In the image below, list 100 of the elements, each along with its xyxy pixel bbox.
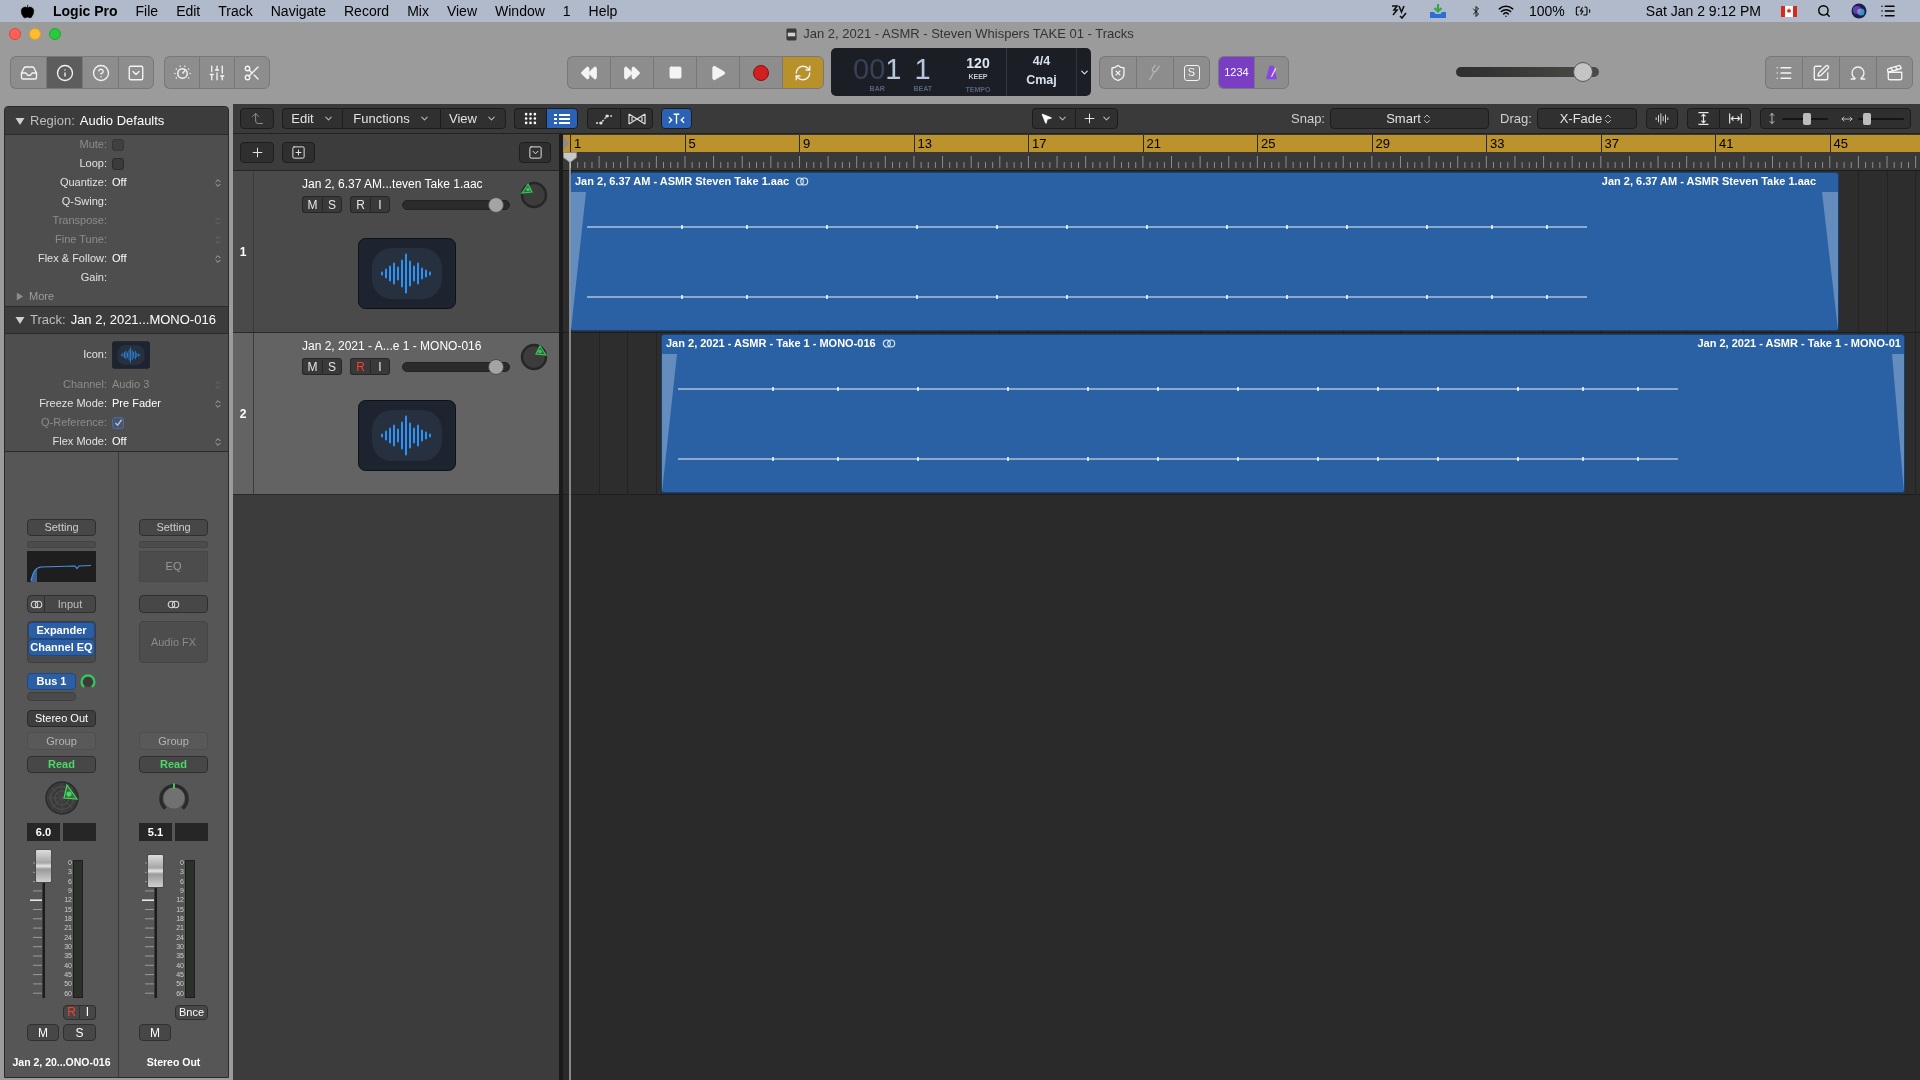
fader-cap[interactable] [147,854,164,889]
waveform-zoom-button[interactable] [1646,108,1678,129]
volume-slider[interactable] [402,196,510,213]
slider-thumb[interactable] [1802,112,1811,125]
value-popup[interactable]: Off [112,174,228,191]
flag-icon[interactable] [1781,5,1797,17]
back-button[interactable] [240,108,274,129]
input-monitor-button[interactable]: I [370,358,390,375]
mute-button[interactable]: M [302,196,322,213]
view-toggle-button[interactable] [118,56,154,89]
mute-button[interactable]: M [139,1024,171,1041]
orb-icon[interactable] [1851,3,1867,19]
list-editors-button[interactable] [1765,56,1802,89]
list-icon[interactable] [1880,3,1896,19]
secondary-tool-menu[interactable] [1075,108,1118,129]
section-header[interactable]: Track: Jan 2, 2021...MONO-016 [5,306,228,334]
disclosure-triangle-icon[interactable] [15,115,25,126]
view-toggle-button[interactable] [46,56,82,89]
slider-thumb[interactable] [1573,62,1594,82]
solo-button[interactable]: S [322,358,342,375]
play-button[interactable] [696,56,739,89]
pan-knob[interactable] [520,181,548,209]
menu-button[interactable]: Functions [342,108,440,129]
surround-panner[interactable] [44,781,79,815]
duplicate-track-button[interactable] [282,141,315,163]
send-slot[interactable]: Bus 1 [27,673,76,690]
note-pads-button[interactable] [1802,56,1839,89]
value-popup[interactable]: Off [112,250,228,267]
menu-item[interactable]: File [135,0,159,22]
input-button[interactable]: Input [45,595,96,613]
disclosure-triangle-icon[interactable] [15,315,25,325]
fast-forward-button[interactable] [610,56,653,89]
cycle-area[interactable]: 1 5 9 13 17 21 25 29 33 37 41 45 [563,135,1920,152]
horizontal-auto-zoom-button[interactable] [1719,108,1751,129]
playhead[interactable] [563,152,577,1080]
solo-button[interactable]: S [63,1024,96,1041]
menu-button[interactable]: View [440,108,506,129]
menu-item[interactable]: View [446,0,477,22]
menu-item[interactable]: 1 [562,0,571,22]
fader-cap[interactable] [35,849,52,884]
track-header[interactable]: 1 Jan 2, 6.37 AM...teven Take 1.aac M S R I [233,171,559,333]
automation-button[interactable] [587,108,620,129]
new-track-button[interactable] [240,141,274,163]
replace-button[interactable] [1099,56,1136,89]
view-toggle-button[interactable] [82,56,118,89]
plugin-slot[interactable]: Expander [28,622,95,639]
loop-browser-button[interactable] [1839,56,1876,89]
count-in-button[interactable]: 1234 [1218,56,1254,89]
view-toggle-button[interactable] [10,56,46,89]
record-enable-button[interactable]: R [350,196,370,213]
value-popup[interactable]: Pre Fader [112,395,228,412]
automation-mode[interactable]: Read [139,756,208,773]
cycle-button[interactable] [782,56,824,89]
value-popup[interactable]: Off [112,433,228,450]
snap-popup[interactable]: Smart [1330,108,1489,129]
menu-clock[interactable]: Sat Jan 2 9:12 PM [1645,0,1761,22]
slider-thumb[interactable] [487,358,504,375]
plugin-slot[interactable]: Channel EQ [28,639,95,656]
record-button[interactable] [739,56,782,89]
rewind-button[interactable] [567,56,610,89]
pointer-tool-menu[interactable] [1032,108,1075,129]
format-button[interactable] [139,595,208,613]
eq-curve-display[interactable] [27,551,96,582]
bluetooth-icon[interactable] [1470,3,1482,19]
vertical-auto-zoom-button[interactable] [1687,108,1719,129]
menu-item[interactable]: Navigate [270,0,326,22]
audio-region[interactable]: Jan 2, 6.37 AM - ASMR Steven Take 1.aac Jan 2, 6.37 AM - ASMR Steven Take 1.aac [570,172,1839,331]
checkbox[interactable] [112,157,124,170]
browsers-button[interactable] [1876,56,1913,89]
audio-region[interactable]: Jan 2, 2021 - ASMR - Take 1 - MONO-016 Jan 2, 2021 - ASMR - Take 1 - MONO-01 [661,334,1905,493]
collapse-button[interactable] [519,141,551,163]
mixer-button[interactable] [199,56,234,89]
automation-mode[interactable]: Read [27,756,96,773]
menu-item[interactable]: Track [218,0,253,22]
app-menu[interactable]: Logic Pro [53,0,118,22]
send-knob[interactable] [80,673,96,690]
stop-button[interactable] [653,56,696,89]
menu-item[interactable]: Mix [407,0,429,22]
list-view-button[interactable] [546,108,578,129]
smart-controls-button[interactable] [164,56,199,89]
menu-item[interactable]: Edit [176,0,201,22]
format-button[interactable] [27,595,45,613]
grid-view-button[interactable] [514,108,546,129]
download-tray-icon[interactable] [1429,3,1447,19]
mute-button[interactable]: M [27,1024,59,1041]
slider-thumb[interactable] [487,196,504,213]
search-icon[interactable] [1817,4,1831,18]
apple-icon[interactable] [20,3,35,19]
setting-button[interactable]: Setting [139,519,208,536]
slider-thumb[interactable] [1862,112,1871,125]
solo-button[interactable]: S [322,196,342,213]
output-slot[interactable]: Stereo Out [27,710,96,727]
volume-slider[interactable] [402,358,510,375]
track-name[interactable]: Jan 2, 2021 - A...e 1 - MONO-016 [302,338,520,354]
menu-button[interactable]: Edit [282,108,342,129]
menu-item[interactable]: Help [588,0,618,22]
menu-item[interactable]: Record [344,0,390,22]
track-header[interactable]: 2 Jan 2, 2021 - A...e 1 - MONO-016 M S R I [233,333,559,495]
wifi-icon[interactable] [1497,3,1515,19]
checkmark-icon[interactable] [1390,3,1408,19]
